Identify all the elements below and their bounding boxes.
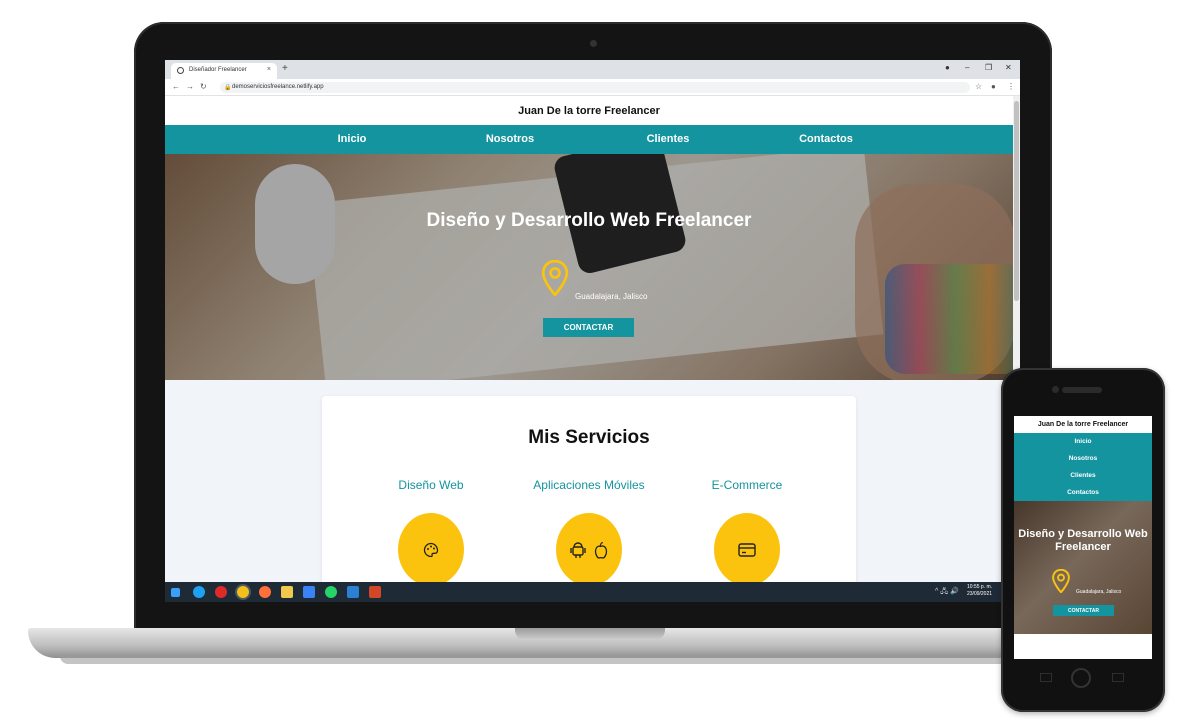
close-window-icon[interactable]: ✕: [1005, 63, 1012, 72]
nav-item-contactos[interactable]: Contactos: [747, 125, 905, 154]
mobile-site-nav: Inicio Nosotros Clientes Contactos: [1014, 433, 1152, 501]
service-badge: [556, 513, 622, 582]
phone-camera: [1052, 386, 1059, 393]
services-row: Diseño Web Aplicaciones Móviles E-Commer…: [322, 478, 856, 582]
back-icon[interactable]: ←: [172, 82, 180, 91]
laptop-foot: [60, 656, 1130, 664]
location-text: Guadalajara, Jalisco: [575, 292, 648, 301]
service-name: Diseño Web: [398, 478, 464, 492]
chrome-icon[interactable]: [237, 586, 249, 598]
tab-title: Diseñador Freelancer: [189, 67, 247, 73]
hero-section: Diseño y Desarrollo Web Freelancer Guada…: [165, 154, 1013, 380]
start-menu-icon[interactable]: [171, 588, 180, 597]
service-ecommerce: E-Commerce: [668, 478, 826, 582]
site-nav: Inicio Nosotros Clientes Contactos: [165, 125, 1013, 154]
url-text: demoserviciosfreelance.netlify.app: [232, 84, 324, 90]
palette-icon: [423, 542, 439, 557]
reload-icon[interactable]: ↻: [200, 82, 207, 91]
file-explorer-icon[interactable]: [281, 586, 293, 598]
favicon-icon: [177, 67, 184, 74]
edge-icon[interactable]: [193, 586, 205, 598]
scrollbar-thumb[interactable]: [1014, 101, 1019, 301]
laptop-notch: [515, 628, 665, 640]
service-badge: [398, 513, 464, 582]
browser-tabbar: Diseñador Freelancer × + ● – ❐ ✕: [165, 60, 1020, 79]
store-icon[interactable]: [303, 586, 315, 598]
mobile-nav-item-contactos[interactable]: Contactos: [1014, 484, 1152, 501]
mobile-location-text: Guadalajara, Jalisco: [1076, 589, 1122, 595]
system-tray-icons[interactable]: ^ 🖧 🔊: [935, 587, 959, 598]
browser-tab[interactable]: Diseñador Freelancer ×: [171, 63, 277, 79]
credit-card-icon: [738, 542, 756, 557]
forward-icon[interactable]: →: [186, 82, 194, 91]
phone-home-button: [1071, 668, 1091, 688]
tab-close-icon[interactable]: ×: [267, 66, 271, 73]
site-title: Juan De la torre Freelancer: [165, 96, 1013, 125]
services-section: Mis Servicios Diseño Web Aplicaciones Mó…: [165, 380, 1013, 582]
phone-screen: Juan De la torre Freelancer Inicio Nosot…: [1014, 416, 1152, 659]
service-diseno-web: Diseño Web: [352, 478, 510, 582]
nav-item-nosotros[interactable]: Nosotros: [431, 125, 589, 154]
phone-back-key: [1112, 673, 1124, 682]
mobile-site-title: Juan De la torre Freelancer: [1037, 421, 1129, 428]
mobile-nav-item-clientes[interactable]: Clientes: [1014, 467, 1152, 484]
powerpoint-icon[interactable]: [369, 586, 381, 598]
profile-icon[interactable]: ●: [945, 63, 950, 72]
minimize-icon[interactable]: –: [965, 63, 969, 72]
mobile-contact-button[interactable]: CONTACTAR: [1053, 605, 1114, 616]
website: Juan De la torre Freelancer Inicio Nosot…: [165, 96, 1013, 582]
phone-menu-key: [1040, 673, 1052, 682]
services-heading: Mis Servicios: [528, 427, 650, 448]
lock-icon: 🔒: [224, 85, 232, 91]
address-bar: ← → ↻ 🔒 demoserviciosfreelance.netlify.a…: [165, 79, 1020, 96]
mobile-hero-heading: Diseño y Desarrollo Web Freelancer: [1018, 528, 1148, 553]
mobile-nav-item-nosotros[interactable]: Nosotros: [1014, 450, 1152, 467]
laptop-screen: Diseñador Freelancer × + ● – ❐ ✕ ← → ↻ 🔒…: [165, 60, 1020, 602]
account-icon[interactable]: ●: [991, 82, 996, 91]
vscode-icon[interactable]: [347, 586, 359, 598]
service-name: Aplicaciones Móviles: [533, 478, 645, 492]
url-input[interactable]: 🔒 demoserviciosfreelance.netlify.app: [220, 82, 970, 93]
service-aplicaciones-moviles: Aplicaciones Móviles: [510, 478, 668, 582]
android-apple-icon: [570, 541, 608, 559]
browser-menu-icon[interactable]: ⋮: [1007, 82, 1015, 91]
hero-heading: Diseño y Desarrollo Web Freelancer: [426, 210, 752, 231]
device-mockup: Diseñador Freelancer × + ● – ❐ ✕ ← → ↻ 🔒…: [0, 0, 1181, 719]
hero-overlay: [165, 154, 1013, 380]
mobile-location-pin-icon: [1052, 569, 1070, 593]
laptop-camera: [590, 40, 597, 47]
nav-item-inicio[interactable]: Inicio: [273, 125, 431, 154]
contact-button[interactable]: CONTACTAR: [543, 318, 634, 337]
nav-item-clientes[interactable]: Clientes: [589, 125, 747, 154]
location-pin-icon: [541, 260, 569, 296]
taskbar-time: 10:55 p. m.: [967, 584, 993, 590]
mobile-nav-item-inicio[interactable]: Inicio: [1014, 433, 1152, 450]
mobile-hero-section: Diseño y Desarrollo Web Freelancer Guada…: [1014, 501, 1152, 634]
services-card: Mis Servicios Diseño Web Aplicaciones Mó…: [322, 396, 856, 582]
firefox-icon[interactable]: [259, 586, 271, 598]
restore-icon[interactable]: ❐: [985, 63, 992, 72]
service-name: E-Commerce: [711, 478, 783, 492]
whatsapp-icon[interactable]: [325, 586, 337, 598]
bookmark-icon[interactable]: ☆: [975, 82, 982, 91]
windows-taskbar: ^ 🖧 🔊 10:55 p. m. 23/09/2021: [165, 582, 1020, 602]
taskbar-date: 23/09/2021: [967, 591, 993, 597]
new-tab-icon[interactable]: +: [282, 63, 288, 74]
taskbar-clock[interactable]: 10:55 p. m. 23/09/2021: [967, 584, 992, 598]
phone-speaker: [1062, 387, 1102, 393]
service-badge: [714, 513, 780, 582]
opera-icon[interactable]: [215, 586, 227, 598]
